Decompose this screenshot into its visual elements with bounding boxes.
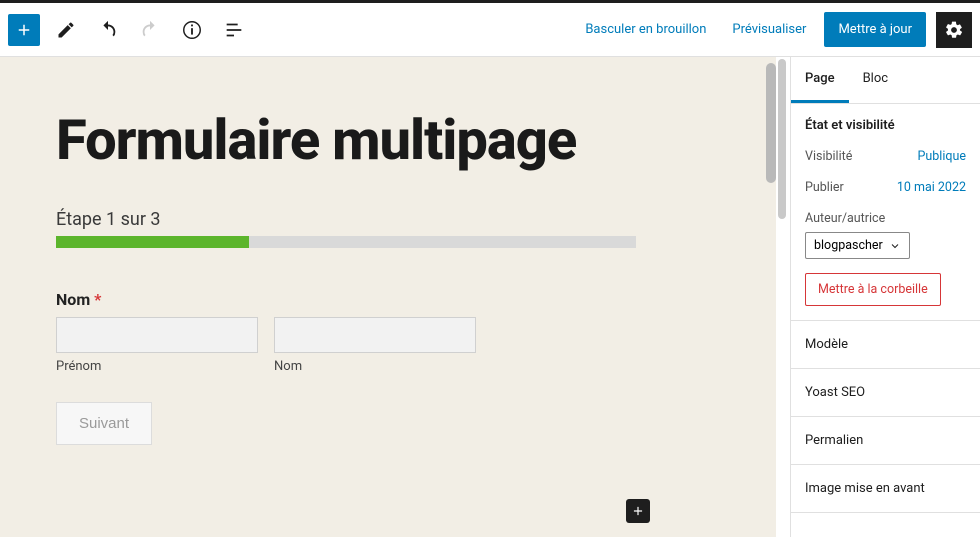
panel-featured-image[interactable]: Image mise en avant [791, 465, 980, 513]
editor-toolbar: Basculer en brouillon Prévisualiser Mett… [0, 3, 980, 57]
author-select[interactable]: blogpascher [805, 232, 910, 259]
canvas-content: Formulaire multipage Étape 1 sur 3 Nom *… [0, 57, 776, 445]
tab-page[interactable]: Page [791, 57, 849, 103]
form-step-label: Étape 1 sur 3 [56, 209, 720, 230]
next-button[interactable]: Suivant [56, 402, 152, 445]
edit-mode-button[interactable] [50, 14, 82, 46]
plus-icon [15, 21, 33, 39]
panel-yoast-seo[interactable]: Yoast SEO [791, 369, 980, 417]
form-progress-fill [56, 236, 249, 248]
firstname-sublabel: Prénom [56, 359, 258, 374]
author-selected-value: blogpascher [814, 238, 883, 253]
toolbar-left [8, 14, 250, 46]
name-field-label: Nom * [56, 290, 720, 309]
preview-link[interactable]: Prévisualiser [724, 14, 814, 45]
plus-icon [631, 504, 645, 518]
page-title[interactable]: Formulaire multipage [56, 107, 720, 173]
redo-button[interactable] [134, 14, 166, 46]
editor-canvas[interactable]: Formulaire multipage Étape 1 sur 3 Nom *… [0, 57, 776, 537]
chevron-down-icon [889, 240, 901, 252]
editor-body: Formulaire multipage Étape 1 sur 3 Nom *… [0, 57, 980, 537]
settings-button[interactable] [936, 12, 972, 48]
add-block-floating-button[interactable] [626, 499, 650, 523]
author-row: Auteur/autrice blogpascher [805, 211, 966, 259]
author-label: Auteur/autrice [805, 211, 885, 226]
settings-sidebar: Page Bloc État et visibilité Visibilité … [790, 57, 980, 537]
panel-model[interactable]: Modèle [791, 321, 980, 369]
firstname-column: Prénom [56, 317, 258, 374]
redo-icon [139, 19, 161, 41]
switch-to-draft-link[interactable]: Basculer en brouillon [577, 14, 714, 45]
firstname-input[interactable] [56, 317, 258, 353]
publish-value[interactable]: 10 mai 2022 [897, 180, 966, 195]
name-fields-row: Prénom Nom [56, 317, 476, 374]
undo-icon [97, 19, 119, 41]
toolbar-right: Basculer en brouillon Prévisualiser Mett… [577, 12, 972, 48]
outline-button[interactable] [218, 14, 250, 46]
undo-button[interactable] [92, 14, 124, 46]
info-icon [181, 19, 203, 41]
name-label-text: Nom [56, 290, 90, 309]
lastname-sublabel: Nom [274, 359, 476, 374]
form-progress-bar [56, 236, 636, 248]
panel-status-title[interactable]: État et visibilité [805, 118, 966, 133]
update-button[interactable]: Mettre à jour [824, 12, 926, 47]
add-block-button[interactable] [8, 14, 40, 46]
info-button[interactable] [176, 14, 208, 46]
visibility-row: Visibilité Publique [805, 149, 966, 164]
pencil-icon [56, 20, 76, 40]
lastname-input[interactable] [274, 317, 476, 353]
required-mark: * [94, 290, 101, 309]
visibility-value[interactable]: Publique [918, 149, 967, 164]
outer-scrollbar[interactable] [776, 57, 790, 537]
visibility-label: Visibilité [805, 149, 852, 164]
trash-button[interactable]: Mettre à la corbeille [805, 273, 941, 306]
publish-row: Publier 10 mai 2022 [805, 180, 966, 195]
outer-scrollbar-thumb[interactable] [778, 59, 786, 219]
list-icon [223, 19, 245, 41]
canvas-scrollbar[interactable] [766, 63, 776, 183]
publish-label: Publier [805, 180, 844, 195]
gear-icon [944, 20, 964, 40]
panel-status-visibility: État et visibilité Visibilité Publique P… [791, 104, 980, 321]
sidebar-tabs: Page Bloc [791, 57, 980, 104]
tab-block[interactable]: Bloc [849, 57, 902, 103]
panel-permalink[interactable]: Permalien [791, 417, 980, 465]
lastname-column: Nom [274, 317, 476, 374]
